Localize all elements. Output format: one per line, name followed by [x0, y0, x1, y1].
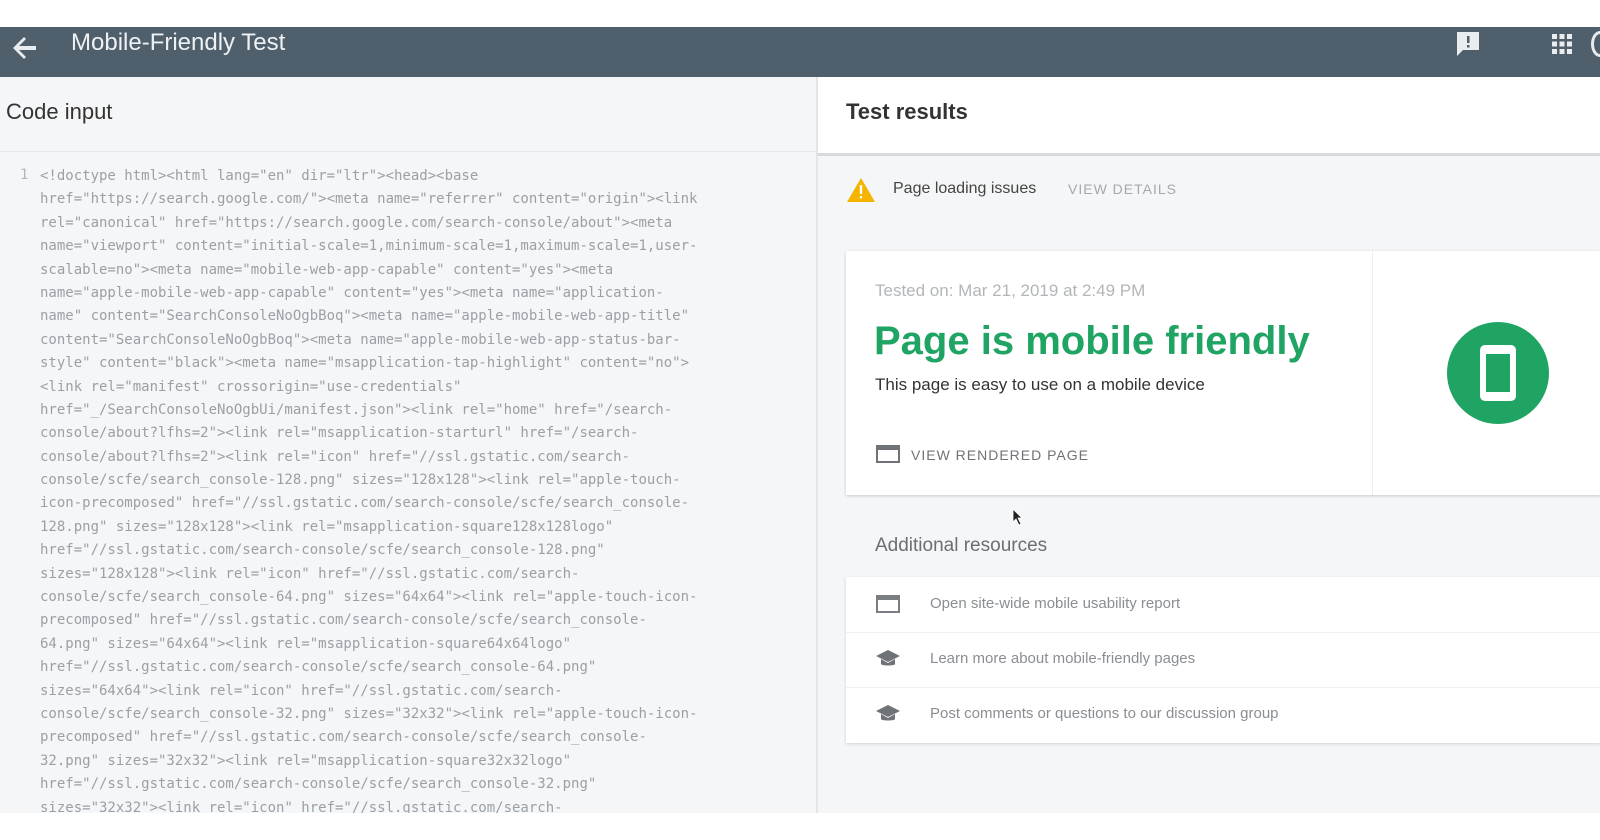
resource-item-usability-report[interactable]: Open site-wide mobile usability report: [846, 577, 1600, 633]
code-line: <link rel="manifest" crossorigin="use-cr…: [40, 378, 462, 395]
resource-item-discussion-group[interactable]: Post comments or questions to our discus…: [846, 687, 1600, 742]
code-input-panel: Code input 1 <!doctype html><html lang="…: [0, 77, 818, 813]
additional-resources-header: Additional resources: [846, 517, 1600, 577]
view-details-link[interactable]: VIEW DETAILS: [1068, 181, 1177, 197]
app-title: Mobile-Friendly Test: [71, 29, 286, 56]
arrow-back-icon: [13, 37, 36, 59]
code-line: sizes="128x128"><link rel="icon" href="/…: [40, 565, 580, 582]
resources-list: Open site-wide mobile usability report L…: [846, 577, 1600, 743]
feedback-button[interactable]: [1453, 29, 1483, 59]
code-line: console/about?lfhs=2"><link rel="icon" h…: [40, 448, 631, 465]
resource-item-label: Post comments or questions to our discus…: [930, 705, 1279, 722]
test-results-panel: Test results Page loading issues VIEW DE…: [818, 77, 1600, 813]
mouse-cursor-icon: [1012, 508, 1023, 526]
test-results-header: Test results: [818, 77, 1600, 156]
card-divider: [1372, 251, 1373, 495]
code-line: icon-precomposed" href="//ssl.gstatic.co…: [40, 495, 690, 512]
code-line: console/scfe/search_console-64.png" size…: [40, 589, 698, 606]
graduation-cap-icon: [876, 705, 900, 721]
code-line: href="https://search.google.com/"><meta …: [40, 191, 698, 208]
result-card: Tested on: Mar 21, 2019 at 2:49 PM Page …: [846, 251, 1600, 495]
resource-item-label: Learn more about mobile-friendly pages: [930, 650, 1196, 667]
code-input-header: Code input: [0, 77, 816, 152]
code-line: precomposed" href="//ssl.gstatic.com/sea…: [40, 612, 647, 629]
code-line: href="//ssl.gstatic.com/search-console/s…: [40, 776, 597, 793]
code-line: content="SearchConsoleNoOgbBoq"><meta na…: [40, 331, 681, 348]
feedback-icon: [1457, 32, 1479, 56]
code-line: name="apple-mobile-web-app-capable" cont…: [40, 284, 664, 301]
page-loading-issues-bar: Page loading issues VIEW DETAILS: [818, 167, 1600, 223]
code-line: name" content="SearchConsoleNoOgbBoq"><m…: [40, 308, 690, 325]
code-line: 32.png" sizes="32x32"><link rel="msappli…: [40, 752, 572, 769]
mobile-phone-icon: [1447, 322, 1549, 424]
report-window-icon: [876, 595, 900, 613]
code-line: <!doctype html><html lang="en" dir="ltr"…: [40, 168, 479, 184]
resource-item-learn-more[interactable]: Learn more about mobile-friendly pages: [846, 632, 1600, 688]
line-number: 1: [20, 167, 29, 183]
top-app-bar: Mobile-Friendly Test: [0, 27, 1600, 77]
apps-button[interactable]: [1547, 29, 1577, 59]
test-results-title: Test results: [846, 99, 968, 124]
code-editor[interactable]: 1 <!doctype html><html lang="en" dir="lt…: [0, 161, 812, 813]
code-line: sizes="32x32"><link rel="icon" href="//s…: [40, 799, 563, 813]
result-subtitle: This page is easy to use on a mobile dev…: [875, 375, 1205, 394]
result-verdict: Page is mobile friendly: [874, 319, 1310, 363]
code-text[interactable]: <!doctype html><html lang="en" dir="ltr"…: [40, 165, 812, 813]
tested-on-timestamp: Tested on: Mar 21, 2019 at 2:49 PM: [875, 281, 1146, 300]
code-line: href="//ssl.gstatic.com/search-console/s…: [40, 542, 605, 559]
code-line: scalable=no"><meta name="mobile-web-app-…: [40, 261, 614, 278]
view-rendered-page-label: VIEW RENDERED PAGE: [911, 447, 1089, 463]
graduation-cap-icon: [876, 650, 900, 666]
code-line: 64.png" sizes="64x64"><link rel="msappli…: [40, 635, 572, 652]
apps-grid-icon: [1552, 34, 1572, 54]
warning-icon: [847, 178, 875, 202]
code-line: href="_/SearchConsoleNoOgbUi/manifest.js…: [40, 401, 673, 418]
back-button[interactable]: [6, 31, 46, 71]
resource-item-label: Open site-wide mobile usability report: [930, 595, 1181, 612]
additional-resources-title: Additional resources: [875, 535, 1048, 556]
code-line: href="//ssl.gstatic.com/search-console/s…: [40, 659, 597, 676]
code-input-title: Code input: [6, 99, 113, 124]
code-line: console/about?lfhs=2"><link rel="msappli…: [40, 425, 639, 442]
code-line: console/scfe/search_console-32.png" size…: [40, 705, 698, 722]
issues-label: Page loading issues: [893, 180, 1037, 197]
code-line: style" content="black"><meta name="msapp…: [40, 355, 690, 372]
code-line: name="viewport" content="initial-scale=1…: [40, 238, 698, 255]
code-line: 128.png" sizes="128x128"><link rel="msap…: [40, 518, 614, 535]
code-line: precomposed" href="//ssl.gstatic.com/sea…: [40, 729, 647, 746]
browser-window-icon: [876, 445, 900, 463]
account-avatar[interactable]: [1591, 31, 1600, 57]
code-line: console/scfe/search_console-128.png" siz…: [40, 472, 681, 489]
app-window: Mobile-Friendly Test Code input 1 <!doct…: [0, 27, 1600, 813]
code-line: rel="canonical" href="https://search.goo…: [40, 214, 673, 231]
code-line: sizes="64x64"><link rel="icon" href="//s…: [40, 682, 563, 699]
